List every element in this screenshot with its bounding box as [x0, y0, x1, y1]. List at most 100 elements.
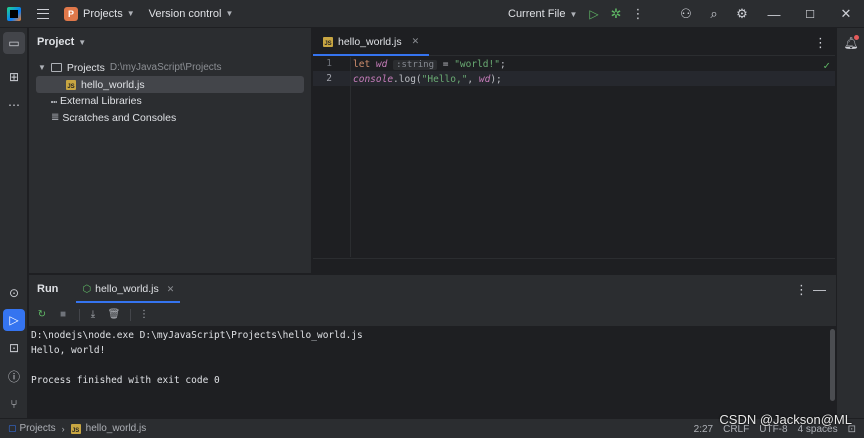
folder-icon [50, 63, 62, 72]
tree-item-label: Scratches and Consoles [62, 111, 177, 124]
variable: wd [478, 74, 491, 85]
tree-item-label: hello_world.js [81, 78, 145, 91]
chevron-right-icon: › [61, 423, 65, 434]
close-icon[interactable]: ✕ [828, 6, 864, 22]
run-panel-title: Run [37, 283, 59, 295]
line-number: 1 [326, 58, 332, 69]
tree-item-hello-world-js[interactable]: JS hello_world.js [66, 76, 145, 93]
run-tool-window: Run ⬡ hello_world.js ✕ ⋮ — ↻ ■ ⤓ 🗑︎ ⋮ D:… [29, 274, 836, 419]
main-menu-icon[interactable] [37, 8, 49, 19]
title-bar: P Projects ▼ Version control ▼ Current F… [0, 0, 864, 28]
console-line: D:\nodejs\node.exe D:\myJavaScript\Proje… [31, 330, 363, 341]
editor-tab-label: hello_world.js [338, 35, 402, 48]
chevron-down-icon[interactable]: ▼ [225, 9, 233, 18]
services-tool-icon[interactable]: ⊙ [3, 282, 25, 304]
punctuation: ; [499, 59, 506, 70]
tree-item-projects-folder[interactable]: ▼ Projects D:\myJavaScript\Projects [38, 59, 222, 76]
tab-options-icon[interactable]: ⋮ [814, 35, 827, 51]
javascript-file-icon: JS [70, 423, 81, 434]
run-icon[interactable]: ▷ [589, 7, 598, 21]
clear-console-icon[interactable]: 🗑︎ [105, 306, 123, 324]
variable: wd [375, 59, 388, 70]
toolbar-divider [130, 308, 131, 321]
close-tab-icon[interactable]: ✕ [412, 36, 420, 47]
console-line: Process finished with exit code 0 [31, 375, 220, 386]
problems-tool-icon[interactable]: ⓘ [3, 365, 25, 387]
object-name: console [353, 74, 394, 85]
close-tab-icon[interactable]: ✕ [167, 284, 175, 295]
scratches-icon: ≣ [51, 112, 60, 123]
javascript-file-icon: JS [323, 36, 333, 47]
run-tab-hello-world[interactable]: ⬡ hello_world.js ✕ [76, 275, 181, 303]
project-tool-window: Project ▼ ▼ Projects D:\myJavaScript\Pro… [29, 28, 312, 273]
run-tab-label: hello_world.js [95, 283, 159, 295]
chevron-down-icon[interactable]: ▼ [127, 9, 135, 18]
console-output[interactable]: D:\nodejs\node.exe D:\myJavaScript\Proje… [29, 327, 836, 419]
chevron-down-icon[interactable]: ▼ [38, 63, 46, 72]
editor-bottom-area [313, 258, 835, 273]
javascript-file-icon: JS [66, 79, 76, 90]
run-configuration-selector[interactable]: Current File [508, 8, 565, 20]
tree-item-external-libraries[interactable]: ⑉ External Libraries [51, 92, 142, 109]
search-icon[interactable]: ⌕ [700, 6, 728, 22]
method-call: .log( [393, 74, 422, 85]
minimize-icon[interactable]: — [756, 7, 792, 22]
scroll-to-end-icon[interactable]: ⤓ [84, 306, 102, 324]
terminal-tool-icon[interactable]: ⊡ [3, 337, 25, 359]
watermark: CSDN @Jackson@ML [719, 412, 852, 427]
maximize-icon[interactable]: ☐ [792, 8, 828, 21]
project-selector[interactable]: Projects [83, 8, 123, 20]
right-tool-strip: 🔔︎ [836, 28, 864, 418]
debug-icon[interactable]: ✲ [611, 6, 622, 22]
nodejs-icon: ⬡ [82, 283, 92, 295]
tree-item-scratches[interactable]: ≣ Scratches and Consoles [51, 109, 176, 126]
version-control-menu[interactable]: Version control [149, 8, 222, 20]
more-actions-icon[interactable]: ⋮ [135, 306, 153, 324]
run-options-icon[interactable]: ⋮ [795, 282, 808, 298]
string-literal: "world!" [454, 59, 500, 70]
toolbar-divider [79, 308, 80, 321]
code-line-2: console.log("Hello,", wd); [353, 72, 502, 87]
punctuation: ); [490, 74, 502, 85]
code-line-1: let wd :string = "world!"; [353, 57, 506, 72]
stop-icon[interactable]: ■ [54, 306, 72, 324]
hide-panel-icon[interactable]: — [813, 282, 826, 297]
chevron-down-icon[interactable]: ▼ [78, 38, 86, 47]
line-number: 2 [326, 73, 332, 84]
breadcrumb-projects[interactable]: Projects [20, 423, 56, 434]
type-hint: :string [393, 60, 438, 70]
caret-position[interactable]: 2:27 [694, 424, 713, 435]
code-with-me-icon[interactable]: ⚇ [672, 6, 700, 22]
console-scrollbar[interactable] [830, 329, 835, 401]
string-literal: "Hello," [421, 74, 468, 85]
settings-gear-icon[interactable]: ⚙ [728, 6, 756, 22]
project-tool-icon[interactable]: ▭ [3, 32, 25, 54]
tree-item-path: D:\myJavaScript\Projects [109, 62, 222, 73]
line-number-gutter: 1 2 [313, 57, 351, 257]
more-tools-icon[interactable]: ⋯ [3, 94, 25, 116]
tree-item-label: External Libraries [60, 94, 142, 107]
console-line: Hello, world! [31, 345, 106, 356]
editor-tab-bar: JS hello_world.js ✕ ⋮ [313, 28, 835, 56]
project-badge[interactable]: P [64, 6, 78, 21]
run-tool-icon[interactable]: ▷ [3, 309, 25, 331]
project-square-icon: ▢ [8, 423, 17, 433]
project-panel-title[interactable]: Project [37, 36, 74, 48]
no-problems-check-icon[interactable]: ✓ [823, 59, 830, 72]
webstorm-logo-icon [7, 6, 21, 21]
notification-badge [854, 35, 859, 40]
operator: = [437, 59, 455, 70]
editor-tab-hello-world[interactable]: JS hello_world.js ✕ [313, 28, 430, 56]
chevron-down-icon[interactable]: ▼ [569, 10, 577, 19]
git-tool-icon[interactable]: ⑂ [3, 393, 25, 415]
keyword: let [353, 59, 371, 70]
punctuation: , [467, 74, 479, 85]
library-icon: ⑉ [51, 95, 57, 106]
code-editor[interactable]: 1 2 let wd :string = "world!"; console.l… [313, 57, 835, 273]
more-actions-icon[interactable]: ⋮ [632, 6, 645, 22]
left-tool-strip: ▭ ⊞ ⋯ ⊙ ▷ ⊡ ⓘ ⑂ [0, 28, 28, 418]
tree-item-label: Projects [66, 61, 105, 74]
structure-tool-icon[interactable]: ⊞ [3, 66, 25, 88]
rerun-icon[interactable]: ↻ [33, 306, 51, 324]
breadcrumb-file[interactable]: hello_world.js [86, 423, 147, 434]
